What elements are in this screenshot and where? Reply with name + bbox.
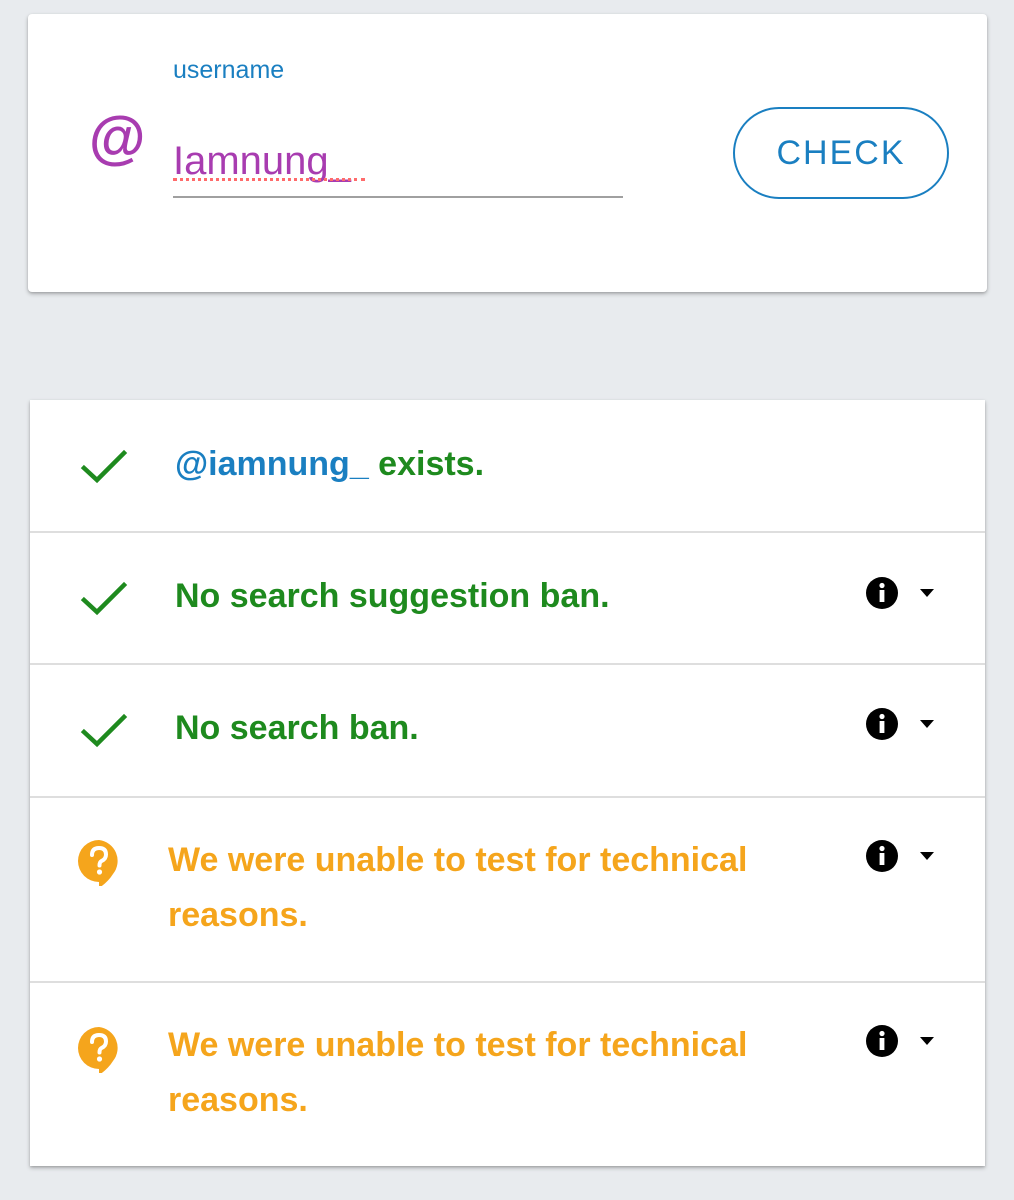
check-icon xyxy=(80,707,128,755)
details-toggle[interactable] xyxy=(865,837,945,877)
result-row-suggestion-ban[interactable]: No search suggestion ban. xyxy=(30,533,985,665)
details-toggle[interactable] xyxy=(865,574,945,614)
result-row-technical-1[interactable]: We were unable to test for technical rea… xyxy=(30,798,985,983)
info-icon xyxy=(865,1024,899,1058)
chevron-down-icon xyxy=(919,851,935,861)
question-bubble-icon xyxy=(75,1025,123,1073)
info-icon xyxy=(865,576,899,610)
result-text: @iamnung_ exists. xyxy=(175,437,484,492)
info-icon xyxy=(865,707,899,741)
results-card: @iamnung_ exists. No search suggestion b… xyxy=(30,400,985,1166)
chevron-down-icon xyxy=(919,588,935,598)
check-icon xyxy=(80,575,128,623)
username-handle: @iamnung_ xyxy=(175,445,369,483)
details-toggle[interactable] xyxy=(865,705,945,745)
chevron-down-icon xyxy=(919,719,935,729)
at-sign-icon: @ xyxy=(88,106,145,171)
result-text-suggestion-ban: No search suggestion ban. xyxy=(175,577,610,615)
result-text-technical: We were unable to test for technical rea… xyxy=(168,841,748,934)
result-row-search-ban[interactable]: No search ban. xyxy=(30,665,985,798)
details-toggle[interactable] xyxy=(865,1022,945,1062)
username-label: username xyxy=(173,56,285,84)
username-input[interactable] xyxy=(173,126,623,198)
result-row-technical-2[interactable]: We were unable to test for technical rea… xyxy=(30,983,985,1166)
check-button[interactable]: CHECK xyxy=(733,107,949,199)
spellcheck-underline xyxy=(173,178,365,181)
result-text-exists: exists. xyxy=(368,445,485,483)
chevron-down-icon xyxy=(919,1036,935,1046)
question-bubble-icon xyxy=(75,838,123,886)
result-text-technical: We were unable to test for technical rea… xyxy=(168,1026,748,1119)
info-icon xyxy=(865,839,899,873)
result-row-exists: @iamnung_ exists. xyxy=(30,400,985,533)
check-icon xyxy=(80,443,128,491)
search-card: @ username CHECK xyxy=(28,14,987,292)
result-text-search-ban: No search ban. xyxy=(175,709,419,747)
